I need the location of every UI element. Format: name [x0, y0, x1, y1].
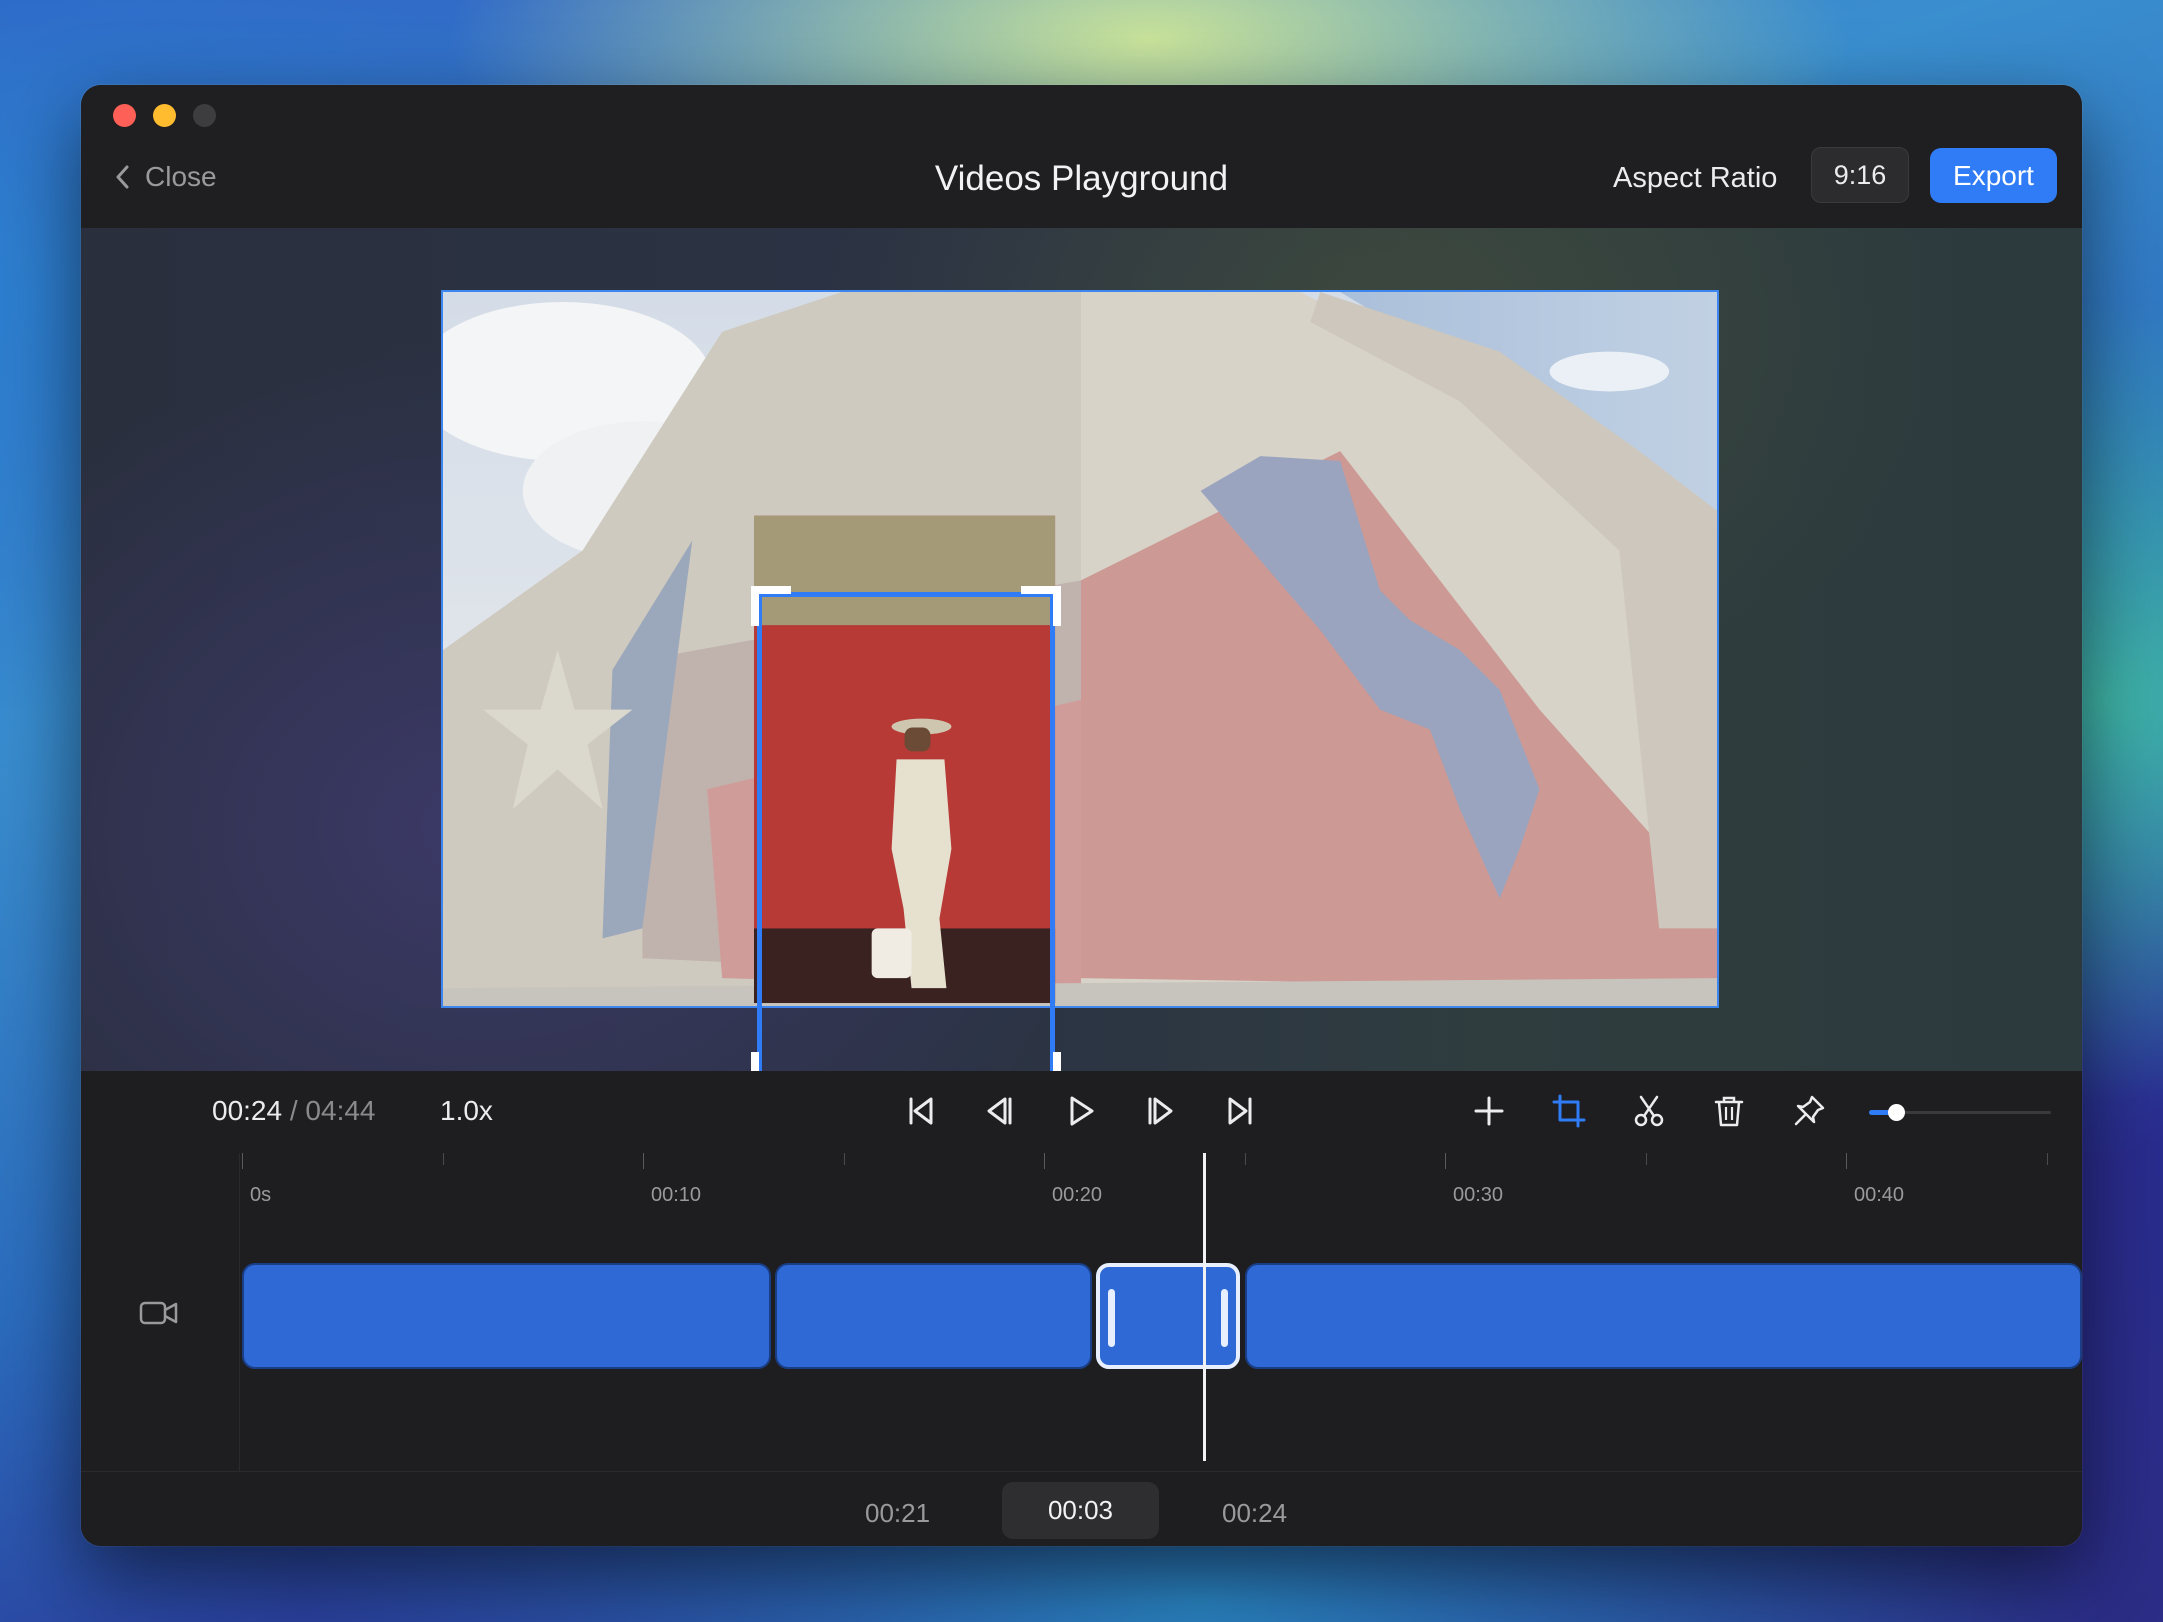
ruler-tick: [843, 1153, 845, 1165]
minimize-window-button[interactable]: [153, 104, 176, 127]
ruler-tick: [1846, 1153, 1847, 1169]
crop-icon[interactable]: [1547, 1089, 1591, 1133]
ruler-tick: [1445, 1153, 1446, 1169]
selection-end-time: 00:24: [1222, 1498, 1288, 1528]
close-window-button[interactable]: [113, 104, 136, 127]
ruler-tick: [442, 1153, 444, 1165]
ruler-label: 00:40: [1854, 1184, 1905, 1206]
trim-handle-left[interactable]: [1108, 1289, 1116, 1347]
step-forward-icon[interactable]: [1139, 1089, 1183, 1133]
ruler-tick: [643, 1153, 644, 1169]
video-still-image: [443, 292, 1717, 1006]
skip-to-start-icon[interactable]: [899, 1089, 943, 1133]
title-bar: Close Videos Playground Aspect Ratio 9:1…: [81, 85, 2082, 228]
zoom-window-button[interactable]: [193, 104, 216, 127]
track-header: [81, 1153, 240, 1471]
trim-handle-right[interactable]: [1221, 1289, 1229, 1347]
ruler-label: 00:20: [1052, 1184, 1103, 1206]
crop-handle-top-left[interactable]: [751, 586, 791, 626]
timeline[interactable]: 0s 00:10 00:20 00:30 00:40: [81, 1153, 2082, 1471]
video-clip[interactable]: [1244, 1263, 2082, 1369]
aspect-ratio-label: Aspect Ratio: [1613, 162, 1778, 194]
zoom-slider-knob[interactable]: [1888, 1104, 1906, 1121]
video-frame: [441, 290, 1719, 1008]
playback-speed[interactable]: 1.0x: [440, 1095, 493, 1127]
zoom-slider[interactable]: [1869, 1104, 2051, 1121]
ruler-tick: [1244, 1153, 1246, 1165]
export-button[interactable]: Export: [1930, 148, 2057, 203]
video-preview-area: [81, 228, 2082, 1092]
ruler-label: 00:10: [651, 1184, 702, 1206]
step-back-icon[interactable]: [977, 1089, 1021, 1133]
ruler-label: 0s: [250, 1184, 272, 1206]
ruler-label: 00:30: [1453, 1184, 1504, 1206]
crop-selection-box[interactable]: [751, 586, 1061, 1092]
pin-icon[interactable]: [1787, 1089, 1831, 1133]
video-camera-icon: [139, 1301, 178, 1325]
ruler-tick: [242, 1153, 243, 1169]
playhead[interactable]: [1203, 1153, 1207, 1461]
add-icon[interactable]: [1467, 1089, 1511, 1133]
selection-info-bar: 00:21 00:03 00:24: [81, 1471, 2082, 1546]
selected-clip[interactable]: [1096, 1263, 1241, 1369]
crop-handle-top-right[interactable]: [1021, 586, 1061, 626]
window-title: Videos Playground: [934, 159, 1229, 198]
video-clip[interactable]: [775, 1263, 1093, 1369]
ruler-tick: [1645, 1153, 1647, 1165]
selection-start-time: 00:21: [865, 1498, 931, 1528]
playback-controls: 00:24 / 04:44 1.0x: [81, 1071, 2082, 1154]
aspect-ratio-select[interactable]: 9:16: [1811, 147, 1909, 203]
ruler-tick: [1044, 1153, 1045, 1169]
time-display: 00:24 / 04:44: [212, 1095, 376, 1127]
selection-duration: 00:03: [1002, 1482, 1159, 1539]
play-icon[interactable]: [1058, 1089, 1102, 1133]
video-clip[interactable]: [242, 1263, 772, 1369]
ruler-tick: [2046, 1153, 2048, 1165]
skip-to-end-icon[interactable]: [1218, 1089, 1262, 1133]
scissors-icon[interactable]: [1627, 1089, 1671, 1133]
editor-window: Close Videos Playground Aspect Ratio 9:1…: [81, 85, 2082, 1546]
time-separator: /: [282, 1095, 306, 1126]
total-time: 04:44: [305, 1095, 376, 1126]
trash-icon[interactable]: [1707, 1089, 1751, 1133]
current-time: 00:24: [212, 1095, 283, 1126]
